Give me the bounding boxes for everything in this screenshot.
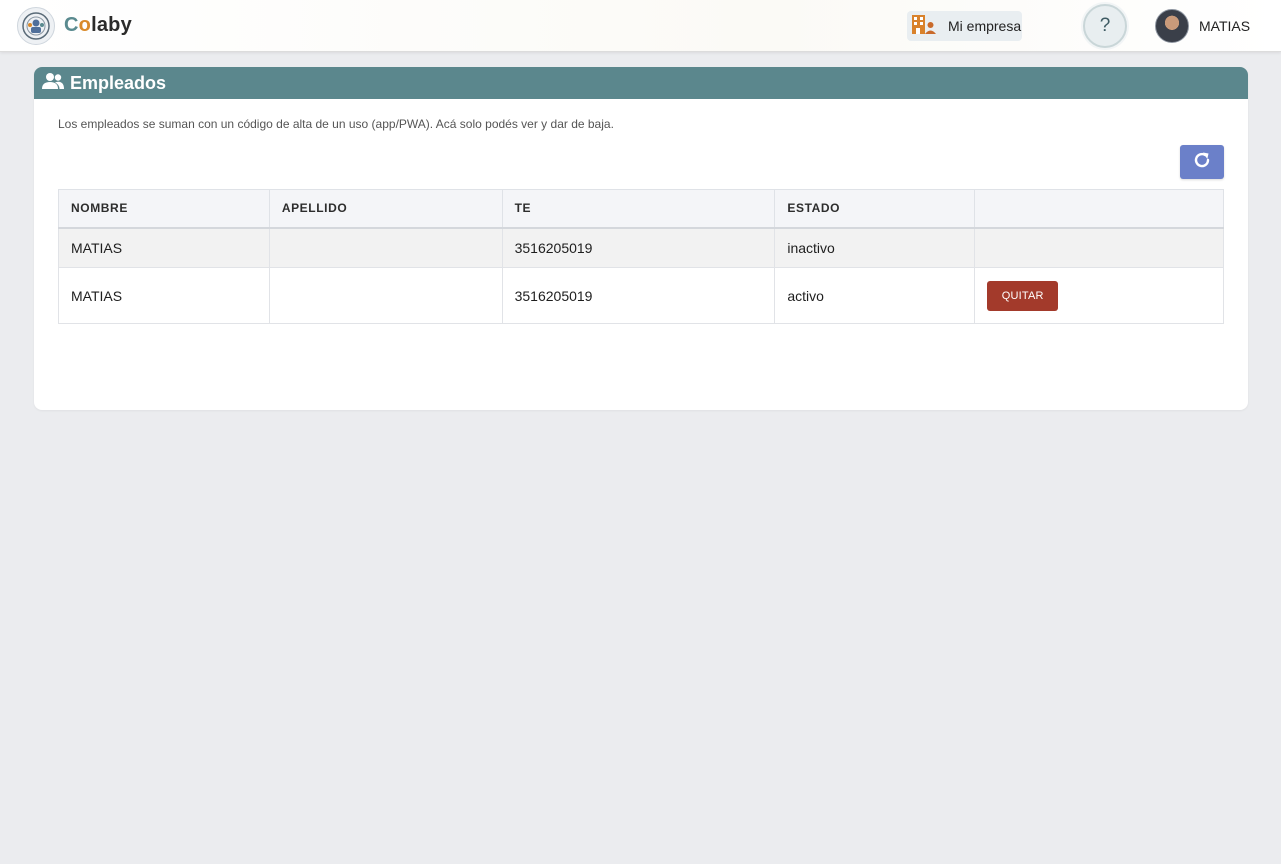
card-header: Empleados	[34, 67, 1248, 99]
column-header-actions	[974, 189, 1224, 229]
user-menu[interactable]: MATIAS	[1155, 8, 1250, 44]
building-icon	[911, 13, 937, 40]
brand-name[interactable]: Colaby	[64, 14, 132, 37]
column-header-apellido[interactable]: APELLIDO	[268, 189, 503, 229]
column-header-nombre[interactable]: NOMBRE	[58, 189, 270, 229]
user-name: MATIAS	[1199, 18, 1251, 34]
help-icon: ?	[1099, 15, 1111, 36]
brand-rest: laby	[91, 14, 132, 36]
column-header-estado[interactable]: ESTADO	[774, 189, 976, 229]
refresh-icon	[1192, 150, 1212, 175]
page-title: Empleados	[70, 72, 167, 93]
cell-te: 3516205019	[501, 267, 776, 324]
company-button-label: Mi empresa	[948, 18, 1022, 34]
table-header-row: NOMBRE APELLIDO TE ESTADO	[58, 189, 1224, 229]
column-header-te[interactable]: TE	[501, 189, 776, 229]
table-row: MATIAS 3516205019 inactivo	[58, 227, 1224, 268]
user-avatar[interactable]	[1155, 9, 1189, 43]
brand-letter-c: C	[64, 14, 79, 36]
help-button[interactable]: ?	[1083, 4, 1127, 48]
employees-card: Empleados Los empleados se suman con un …	[34, 67, 1248, 410]
colaby-logo-icon[interactable]	[17, 7, 55, 45]
cell-te: 3516205019	[501, 227, 776, 268]
users-icon	[42, 72, 64, 95]
cell-apellido	[268, 227, 503, 268]
cell-estado: inactivo	[774, 227, 976, 268]
employees-table: NOMBRE APELLIDO TE ESTADO MATIAS 3516205…	[58, 189, 1224, 324]
cell-nombre: MATIAS	[58, 227, 270, 268]
company-button[interactable]: Mi empresa	[907, 11, 1022, 41]
info-text: Los empleados se suman con un código de …	[58, 117, 614, 131]
cell-nombre: MATIAS	[58, 267, 270, 324]
table-row: MATIAS 3516205019 activo QUITAR	[58, 267, 1224, 324]
cell-actions	[974, 227, 1224, 268]
remove-employee-button[interactable]: QUITAR	[987, 280, 1059, 311]
refresh-button[interactable]	[1180, 145, 1224, 179]
top-navbar: Colaby Mi empresa ? MATIAS	[0, 0, 1281, 52]
brand-letter-o: o	[78, 14, 92, 36]
cell-estado: activo	[774, 267, 976, 324]
cell-apellido	[268, 267, 503, 324]
cell-actions: QUITAR	[974, 267, 1224, 324]
